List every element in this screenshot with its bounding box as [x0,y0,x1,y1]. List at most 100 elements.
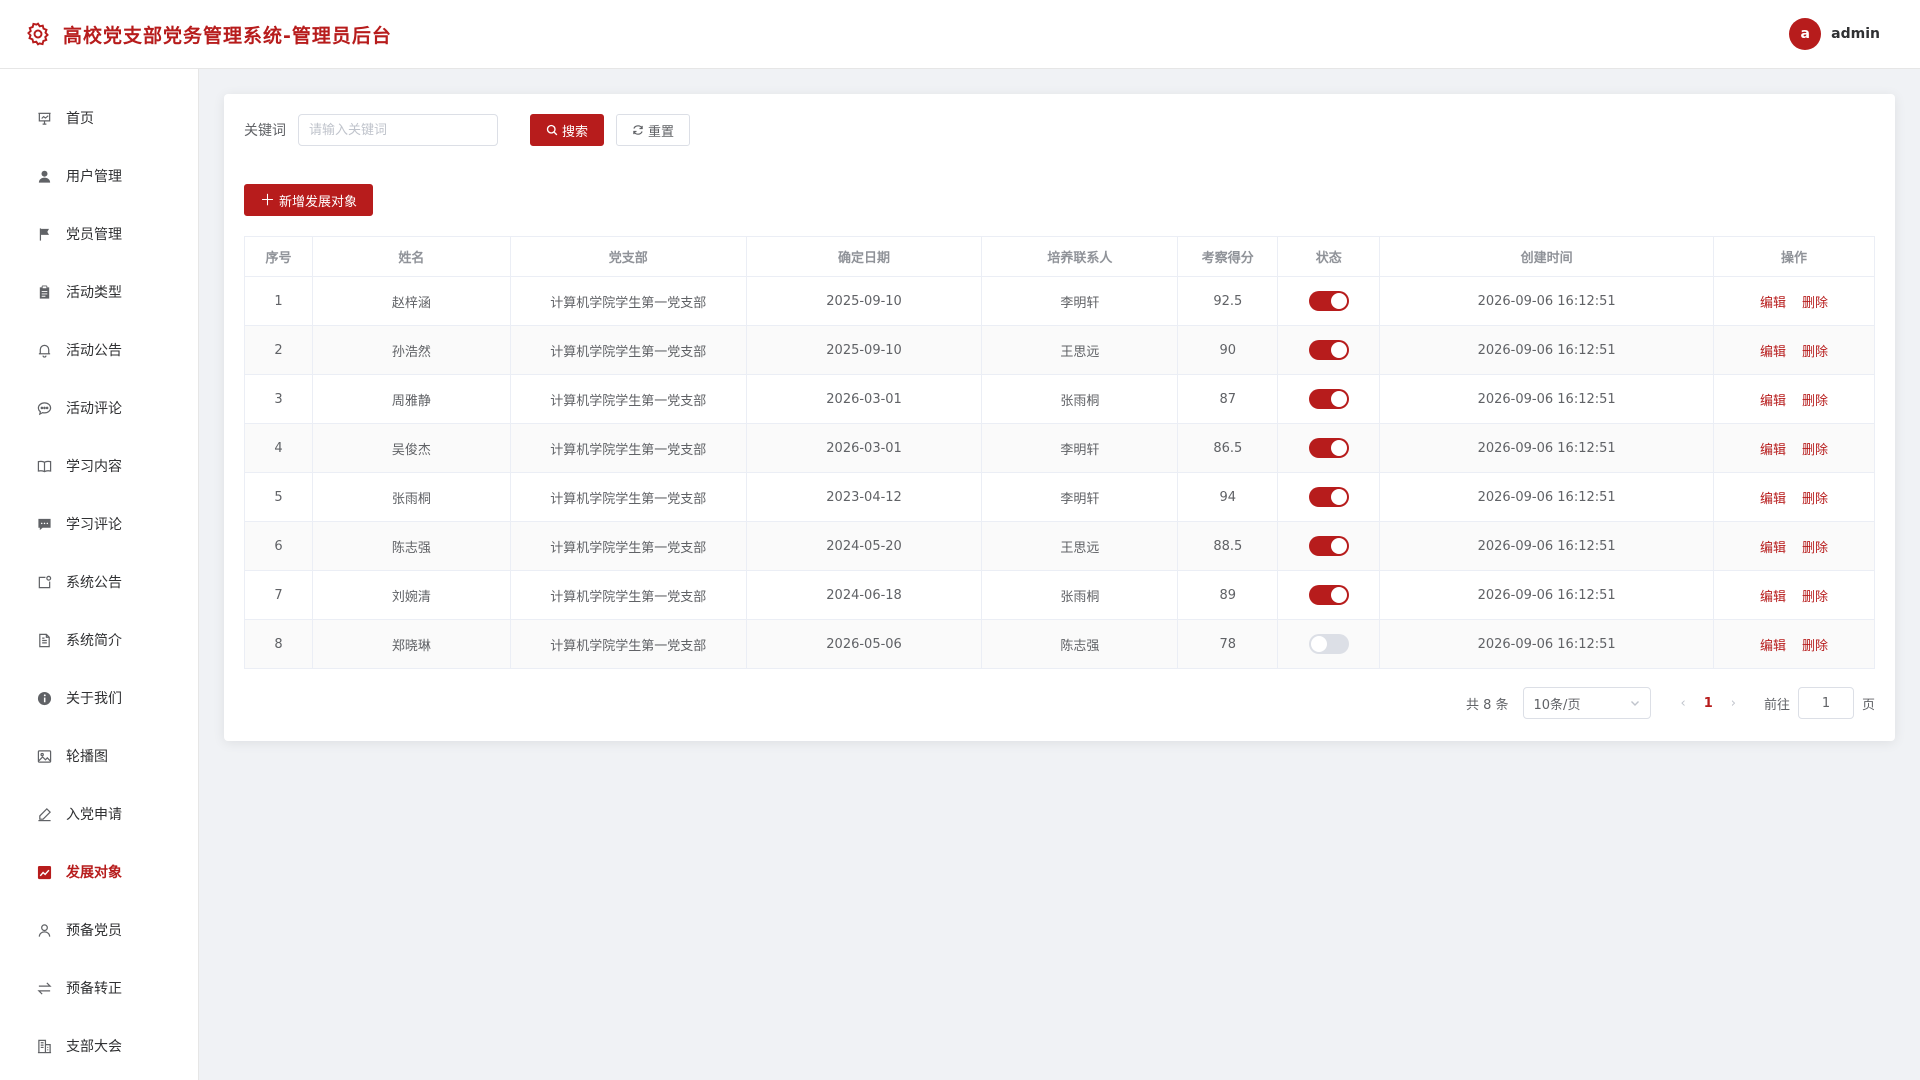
sidebar-item-2[interactable]: 党员管理 [0,205,198,263]
sidebar-item-13[interactable]: 发展对象 [0,843,198,901]
column-header: 培养联系人 [981,236,1179,277]
sidebar-item-label: 用户管理 [66,169,122,185]
status-toggle[interactable] [1308,585,1349,605]
sidebar-item-16[interactable]: 支部大会 [0,1017,198,1075]
cell-status [1277,276,1381,326]
add-development-target-button[interactable]: ＋ 新增发展对象 [244,184,374,216]
cell-index: 1 [244,276,313,326]
status-toggle[interactable] [1308,536,1349,556]
sidebar-item-label: 关于我们 [66,691,122,707]
delete-button[interactable]: 删除 [1802,296,1828,311]
notification-icon [36,574,52,590]
cell-status [1277,325,1381,375]
sidebar-item-5[interactable]: 活动评论 [0,379,198,437]
status-toggle[interactable] [1308,438,1349,458]
delete-button[interactable]: 删除 [1802,345,1828,360]
goto-page-input[interactable] [1797,687,1854,719]
column-header: 状态 [1277,236,1381,277]
delete-button[interactable]: 删除 [1802,492,1828,507]
sidebar-item-label: 党员管理 [66,227,122,243]
cell-branch: 计算机学院学生第一党支部 [509,570,747,620]
cell-date: 2026-03-01 [745,423,983,473]
cell-name: 张雨桐 [311,472,511,522]
edit-button[interactable]: 编辑 [1760,492,1786,507]
sidebar-item-1[interactable]: 用户管理 [0,147,198,205]
sidebar-item-12[interactable]: 入党申请 [0,785,198,843]
cell-contact: 张雨桐 [981,374,1179,424]
edit-button[interactable]: 编辑 [1760,296,1786,311]
page-number-current[interactable]: 1 [1704,696,1713,711]
cell-date: 2025-09-10 [745,276,983,326]
edit-button[interactable]: 编辑 [1760,639,1786,654]
edit-button[interactable]: 编辑 [1760,394,1786,409]
reset-button[interactable]: 重置 [616,114,691,146]
cell-index: 8 [244,619,313,669]
edit-button[interactable]: 编辑 [1760,345,1786,360]
bell-icon [36,342,52,358]
cell-contact: 李明轩 [981,472,1179,522]
cell-status [1277,472,1381,522]
goto-label: 前往 [1763,697,1790,713]
avatar[interactable]: a [1789,18,1822,50]
cell-branch: 计算机学院学生第一党支部 [509,325,747,375]
delete-button[interactable]: 删除 [1802,541,1828,556]
next-page-button[interactable]: › [1731,696,1736,711]
cell-actions: 编辑 删除 [1713,374,1875,424]
cell-name: 周雅静 [311,374,511,424]
sidebar-item-14[interactable]: 预备党员 [0,901,198,959]
status-toggle[interactable] [1308,634,1349,654]
document-icon [36,632,52,648]
sidebar-item-10[interactable]: 关于我们 [0,669,198,727]
sidebar-item-label: 支部大会 [66,1039,122,1055]
sidebar-item-15[interactable]: 预备转正 [0,959,198,1017]
cell-contact: 李明轩 [981,423,1179,473]
delete-button[interactable]: 删除 [1802,443,1828,458]
cell-score: 92.5 [1177,276,1279,326]
status-toggle[interactable] [1308,291,1349,311]
status-toggle[interactable] [1308,389,1349,409]
switch-icon [36,980,52,996]
delete-button[interactable]: 删除 [1802,394,1828,409]
cell-contact: 王思远 [981,521,1179,571]
search-icon [546,124,558,136]
sidebar-item-11[interactable]: 轮播图 [0,727,198,785]
toggle-knob [1330,538,1347,554]
book-icon [36,458,52,474]
user-menu[interactable]: a admin [1789,18,1880,50]
sidebar-item-4[interactable]: 活动公告 [0,321,198,379]
sidebar-item-7[interactable]: 学习评论 [0,495,198,553]
cell-score: 78 [1177,619,1279,669]
gear-icon [27,22,49,46]
delete-button[interactable]: 删除 [1802,639,1828,654]
sidebar-item-label: 轮播图 [66,749,108,765]
app-title: 高校党支部党务管理系统-管理员后台 [63,24,392,47]
trend-chart-icon [36,864,52,880]
status-toggle[interactable] [1308,487,1349,507]
column-header: 姓名 [311,236,511,277]
sidebar-item-3[interactable]: 活动类型 [0,263,198,321]
search-input[interactable] [298,114,498,146]
sidebar-item-label: 学习评论 [66,517,122,533]
brand: 高校党支部党务管理系统-管理员后台 [25,21,392,48]
cell-contact: 王思远 [981,325,1179,375]
edit-button[interactable]: 编辑 [1760,590,1786,605]
delete-button[interactable]: 删除 [1802,590,1828,605]
edit-button[interactable]: 编辑 [1760,443,1786,458]
main-card: 关键词 搜索 重置 ＋ 新增发展对象 序号姓名党支部确定日期培养联系人考察得分状… [224,94,1895,741]
sidebar-item-0[interactable]: 首页 [0,89,198,147]
prev-page-button[interactable]: ‹ [1681,696,1686,711]
sidebar-item-8[interactable]: 系统公告 [0,553,198,611]
sidebar-item-label: 活动类型 [66,285,122,301]
username[interactable]: admin [1831,26,1880,42]
user-outline-icon [36,922,52,938]
status-toggle[interactable] [1308,340,1349,360]
column-header: 创建时间 [1379,236,1715,277]
sidebar-item-9[interactable]: 系统简介 [0,611,198,669]
sidebar-item-6[interactable]: 学习内容 [0,437,198,495]
edit-button[interactable]: 编辑 [1760,541,1786,556]
table-row: 4 吴俊杰 计算机学院学生第一党支部 2026-03-01 李明轩 86.5 2026-09… [244,423,1875,473]
cell-created: 2026-09-06 16:12:51 [1379,374,1715,424]
search-button[interactable]: 搜索 [530,114,605,146]
page-size-select[interactable]: 10条/页 [1522,687,1651,719]
cell-status [1277,521,1381,571]
